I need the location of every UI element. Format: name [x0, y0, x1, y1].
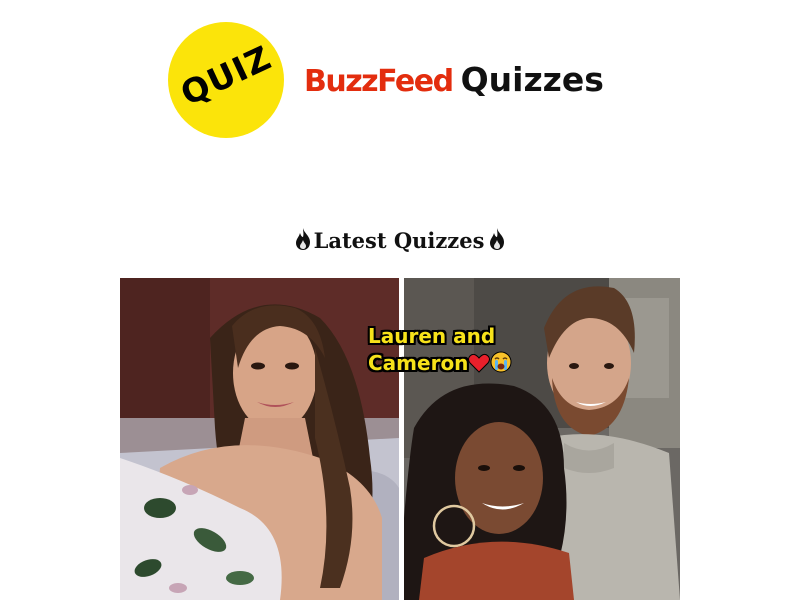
- quiz-card-thumbnail[interactable]: Lauren and Cameron: [120, 278, 680, 600]
- caption-line-2: Cameron: [368, 350, 512, 380]
- fire-icon: [488, 227, 506, 251]
- brand-logo-link[interactable]: BuzzFeed Quizzes: [304, 60, 604, 99]
- caption-line-1: Lauren and: [368, 324, 496, 348]
- red-heart-icon: [468, 353, 491, 380]
- latest-quizzes-heading: Latest Quizzes: [0, 227, 800, 255]
- quizzes-wordmark: Quizzes: [460, 60, 604, 99]
- crying-face-icon: [490, 351, 512, 380]
- site-header: QUIZ BuzzFeed Quizzes: [168, 22, 628, 138]
- caption-name: Cameron: [368, 351, 469, 375]
- quiz-caption: Lauren and Cameron: [368, 323, 512, 380]
- fire-icon: [294, 227, 312, 251]
- page: QUIZ BuzzFeed Quizzes Latest Quizzes Lau…: [0, 0, 800, 600]
- section-title-text: Latest Quizzes: [313, 228, 485, 253]
- quiz-logo-badge[interactable]: QUIZ: [168, 22, 284, 138]
- quiz-photo-left: [120, 278, 399, 600]
- quiz-badge-text: QUIZ: [174, 37, 278, 114]
- buzzfeed-wordmark: BuzzFeed: [304, 64, 454, 99]
